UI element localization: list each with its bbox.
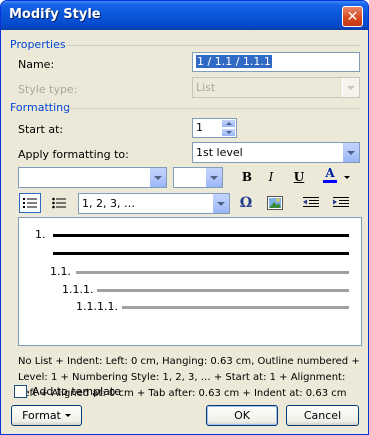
increase-indent-button[interactable] xyxy=(330,193,352,213)
dialog-title: Modify Style xyxy=(9,7,101,22)
formatting-divider xyxy=(67,108,360,109)
font-color-button[interactable]: A xyxy=(320,165,340,185)
increase-indent-icon xyxy=(333,197,349,207)
preview-pane: 1. 1.1. 1.1.1. 1.1.1.1. xyxy=(18,217,362,346)
numbering-style-value: 1, 2, 3, … xyxy=(82,197,135,210)
add-to-template-label: Add to template xyxy=(32,385,121,398)
properties-divider xyxy=(66,45,360,46)
style-type-select[interactable]: List xyxy=(192,77,360,98)
style-type-label: Style type: xyxy=(18,83,78,96)
font-size-select[interactable] xyxy=(173,167,223,188)
name-label: Name: xyxy=(18,58,55,71)
preview-level-4-line xyxy=(122,306,349,309)
font-color-bar xyxy=(323,180,337,183)
start-at-value: 1 xyxy=(196,121,203,134)
format-button[interactable]: Format xyxy=(11,405,82,426)
spin-up-icon[interactable] xyxy=(221,119,236,128)
insert-symbol-button[interactable]: Ω xyxy=(235,193,257,213)
apply-formatting-select[interactable]: 1st level xyxy=(192,142,360,163)
font-color-letter: A xyxy=(325,166,335,180)
picture-icon xyxy=(267,196,283,210)
add-to-template-checkbox[interactable] xyxy=(14,385,27,398)
close-button[interactable]: ✕ xyxy=(342,6,363,27)
preview-level-1-number: 1. xyxy=(35,228,46,241)
insert-picture-button[interactable] xyxy=(264,193,286,213)
apply-formatting-label: Apply formatting to: xyxy=(18,148,129,161)
chevron-down-icon[interactable] xyxy=(342,78,359,97)
chevron-down-icon[interactable] xyxy=(149,168,166,187)
italic-button[interactable]: I xyxy=(260,167,282,187)
font-color-dropdown-icon[interactable] xyxy=(344,176,350,179)
close-icon: ✕ xyxy=(346,8,359,25)
properties-section-title: Properties xyxy=(10,38,66,51)
name-value: 1 / 1.1 / 1.1.1 xyxy=(196,55,272,68)
start-at-stepper[interactable]: 1 xyxy=(192,118,237,138)
underline-button[interactable]: U xyxy=(288,167,310,187)
format-button-label: Format xyxy=(22,409,61,422)
spin-down-icon[interactable] xyxy=(221,128,236,137)
preview-level-1-line xyxy=(53,234,349,237)
modify-style-dialog: Modify Style ✕ Properties Name: 1 / 1.1 … xyxy=(0,0,369,435)
formatting-section-title: Formatting xyxy=(10,101,71,114)
style-type-value: List xyxy=(196,81,216,94)
bulleted-list-icon xyxy=(52,197,66,209)
chevron-down-icon[interactable] xyxy=(342,143,359,162)
name-field[interactable]: 1 / 1.1 / 1.1.1 xyxy=(192,52,360,72)
font-name-select[interactable] xyxy=(18,167,167,188)
dialog-body: Properties Name: 1 / 1.1 / 1.1.1 Style t… xyxy=(4,30,365,433)
numbered-list-button[interactable] xyxy=(19,193,41,213)
spin-buttons[interactable] xyxy=(221,119,236,137)
ok-button[interactable]: OK xyxy=(206,405,278,426)
decrease-indent-button[interactable] xyxy=(300,193,322,213)
title-bar[interactable]: Modify Style ✕ xyxy=(1,1,368,30)
decrease-indent-icon xyxy=(303,197,319,207)
numbering-style-select[interactable]: 1, 2, 3, … xyxy=(78,193,230,214)
chevron-down-icon[interactable] xyxy=(212,194,229,213)
bold-button[interactable]: B xyxy=(236,167,258,187)
chevron-down-icon[interactable] xyxy=(205,168,222,187)
preview-level-3-line xyxy=(97,289,349,292)
numbered-list-icon xyxy=(23,198,37,208)
preview-level-4-number: 1.1.1.1. xyxy=(76,300,118,313)
chevron-down-icon xyxy=(64,414,71,417)
start-at-label: Start at: xyxy=(18,123,64,136)
preview-level-2-number: 1.1. xyxy=(50,265,71,278)
preview-level-3-number: 1.1.1. xyxy=(62,283,94,296)
cancel-button[interactable]: Cancel xyxy=(286,405,359,426)
bulleted-list-button[interactable] xyxy=(48,193,70,213)
preview-level-2-line xyxy=(76,271,349,274)
apply-formatting-value: 1st level xyxy=(196,146,243,159)
preview-level-1-line xyxy=(53,252,349,255)
